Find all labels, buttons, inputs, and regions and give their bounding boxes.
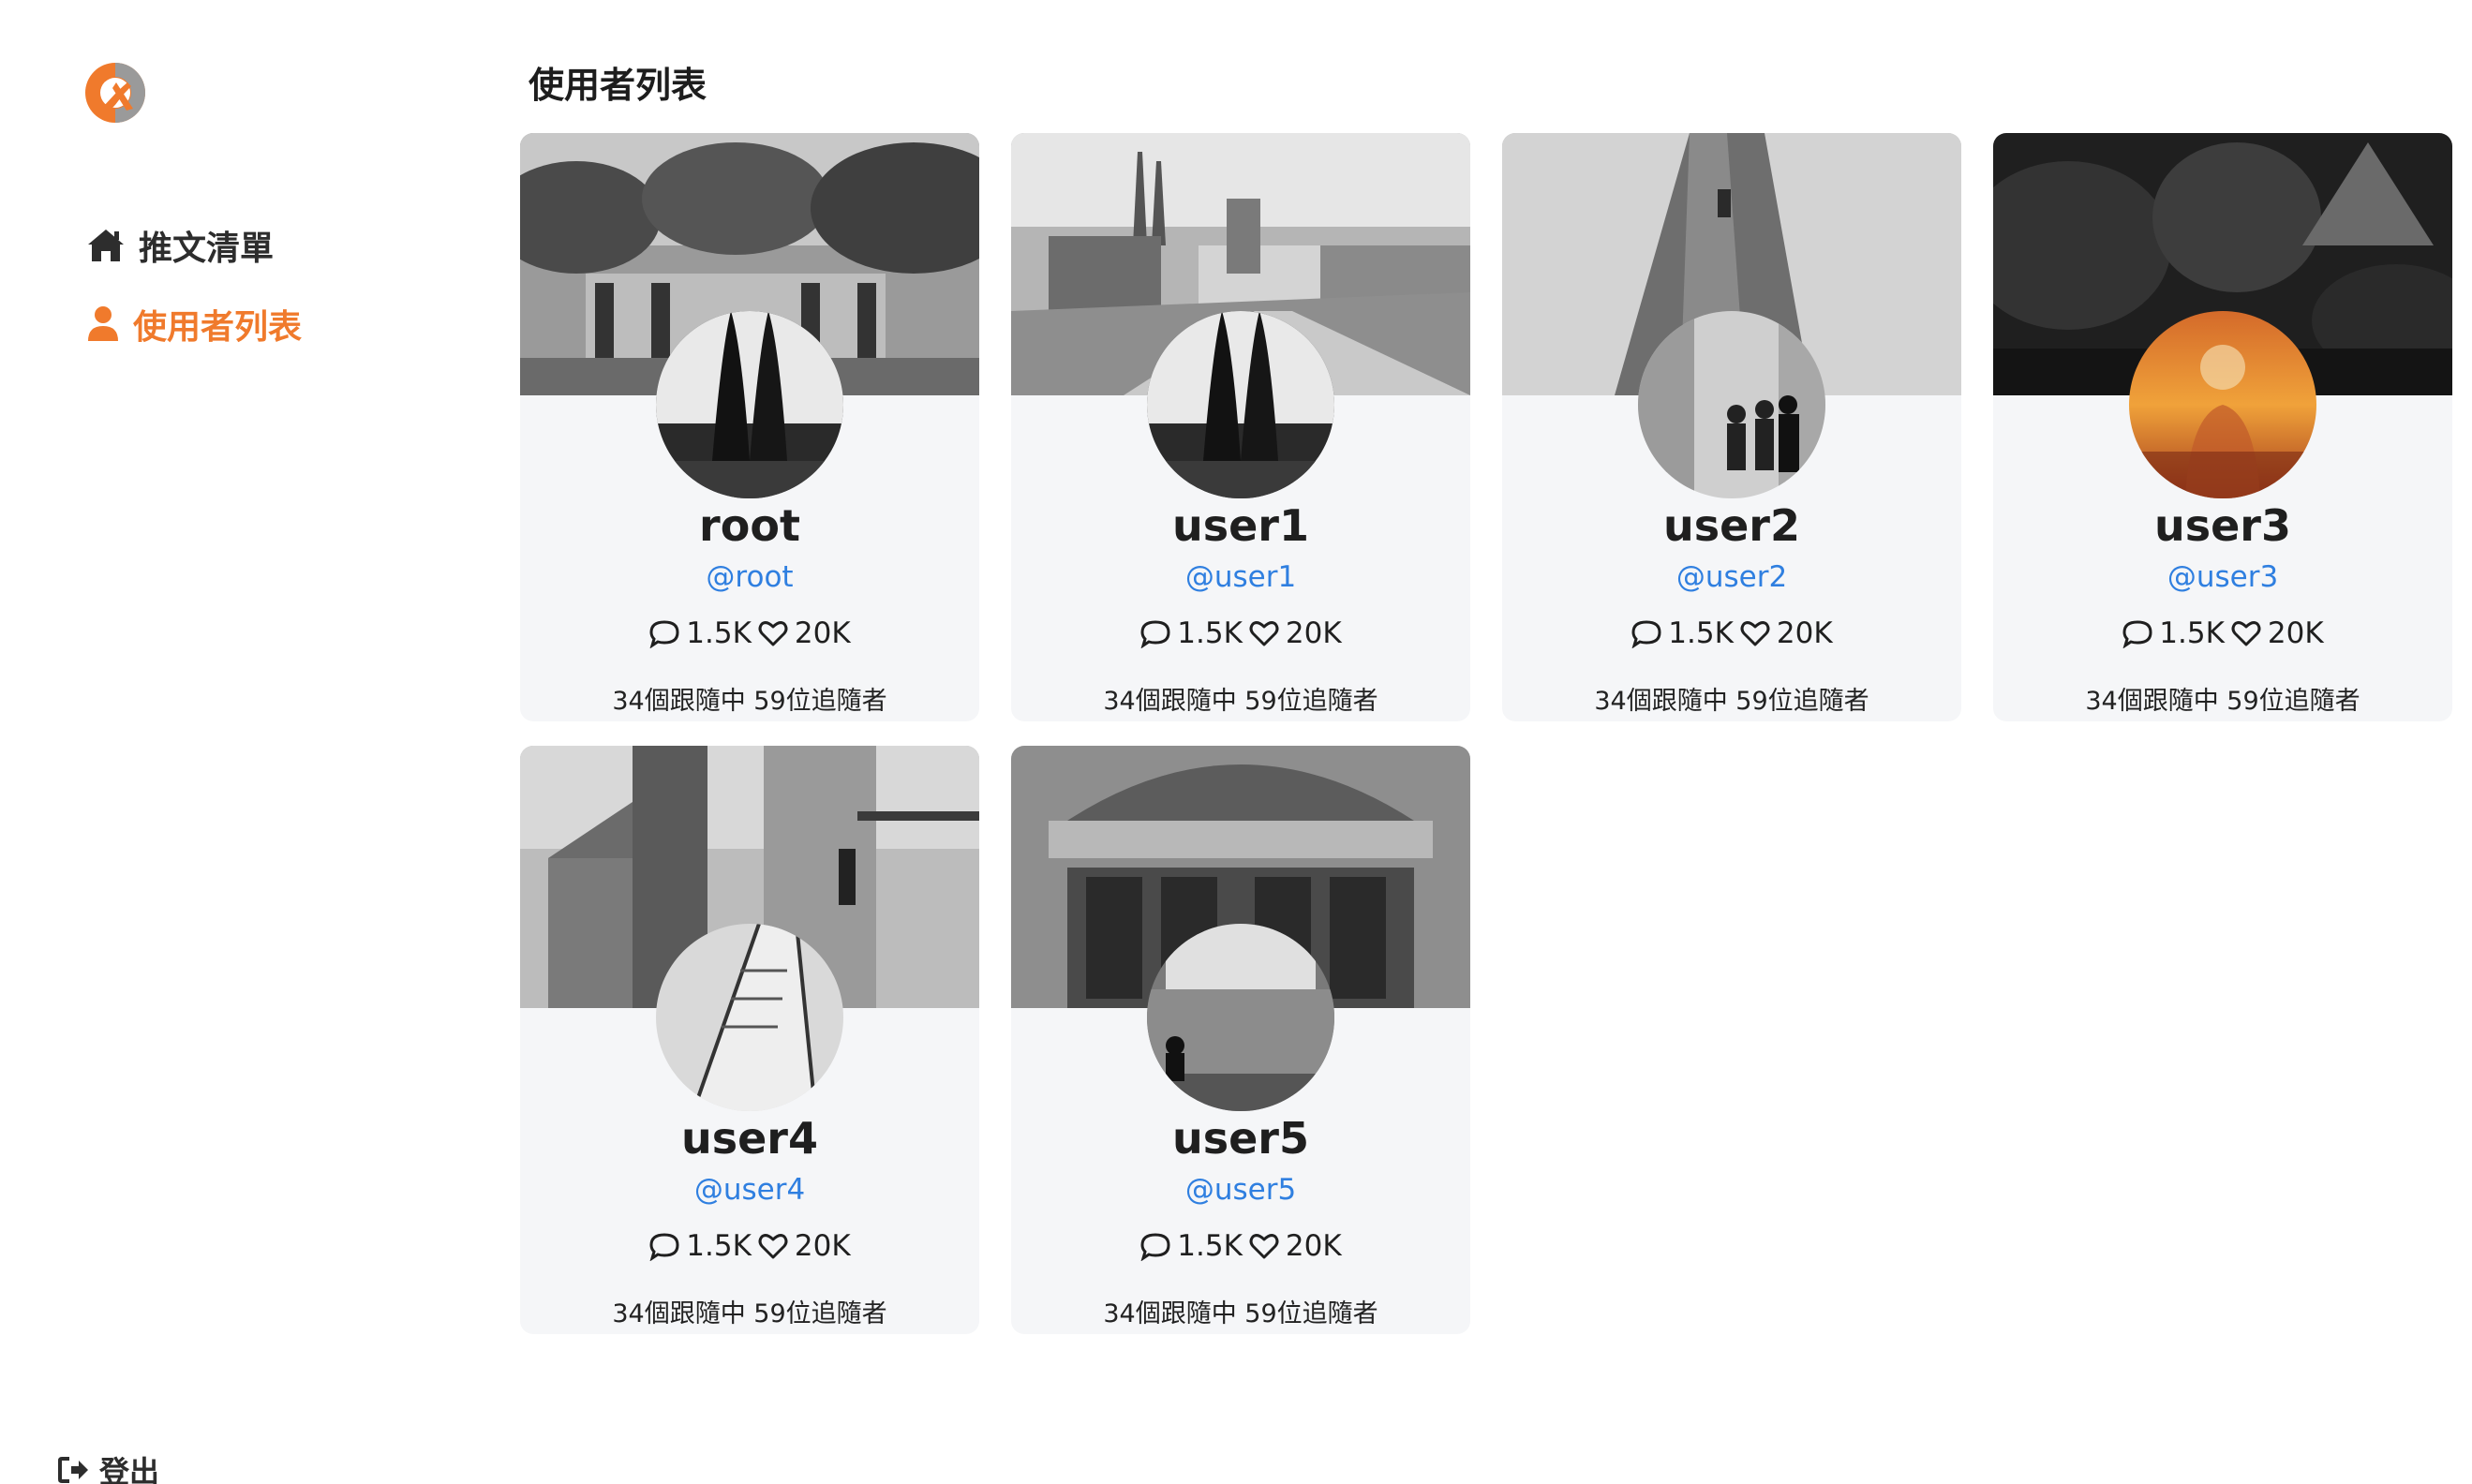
logout-icon bbox=[58, 1456, 90, 1484]
user-name: user4 bbox=[680, 1113, 819, 1164]
user-handle[interactable]: @user5 bbox=[1011, 1173, 1470, 1207]
like-count: 20K bbox=[1776, 616, 1833, 650]
reply-count: 1.5K bbox=[2159, 616, 2225, 650]
page-title: 使用者列表 bbox=[529, 65, 707, 106]
follow-stats[interactable]: 34個跟隨中 59位追隨者 bbox=[520, 1293, 979, 1329]
like-count: 20K bbox=[794, 1229, 851, 1263]
user-stats: 1.5K 20K bbox=[520, 1229, 979, 1263]
reply-count: 1.5K bbox=[1177, 616, 1243, 650]
heart-icon bbox=[1248, 618, 1280, 648]
user-stats: 1.5K 20K bbox=[520, 616, 979, 650]
sidebar-item-users[interactable]: 使用者列表 bbox=[86, 300, 302, 349]
user-card[interactable]: user3 @user3 1.5K 20K 34個跟隨中 59位追隨者 bbox=[1993, 133, 2452, 721]
user-card[interactable]: root @root 1.5K 20K 34個跟隨中 59位追隨者 bbox=[520, 133, 979, 721]
heart-icon bbox=[1248, 1231, 1280, 1261]
user-handle[interactable]: @user2 bbox=[1502, 560, 1961, 594]
comment-icon bbox=[648, 1231, 680, 1262]
user-name: user5 bbox=[1171, 1113, 1310, 1164]
user-stats: 1.5K 20K bbox=[1011, 616, 1470, 650]
user-handle[interactable]: @user3 bbox=[1993, 560, 2452, 594]
comment-icon bbox=[1139, 618, 1171, 649]
like-count: 20K bbox=[2267, 616, 2324, 650]
follow-stats[interactable]: 34個跟隨中 59位追隨者 bbox=[1011, 680, 1470, 717]
user-name: user3 bbox=[2153, 500, 2292, 551]
avatar[interactable] bbox=[656, 311, 843, 498]
user-icon bbox=[86, 305, 120, 343]
avatar[interactable] bbox=[1638, 311, 1825, 498]
user-name: user2 bbox=[1662, 500, 1801, 551]
follow-stats[interactable]: 34個跟隨中 59位追隨者 bbox=[1011, 1293, 1470, 1329]
comment-icon bbox=[648, 618, 680, 649]
user-stats: 1.5K 20K bbox=[1502, 616, 1961, 650]
user-stats: 1.5K 20K bbox=[1993, 616, 2452, 650]
like-count: 20K bbox=[1285, 616, 1342, 650]
comment-icon bbox=[2122, 618, 2153, 649]
user-card[interactable]: user4 @user4 1.5K 20K 34個跟隨中 59位追隨者 bbox=[520, 746, 979, 1334]
avatar[interactable] bbox=[656, 924, 843, 1111]
user-stats: 1.5K 20K bbox=[1011, 1229, 1470, 1263]
sidebar-item-tweets[interactable]: 推文清單 bbox=[86, 221, 274, 270]
user-handle[interactable]: @user1 bbox=[1011, 560, 1470, 594]
avatar[interactable] bbox=[2129, 311, 2316, 498]
comment-icon bbox=[1139, 1231, 1171, 1262]
reply-count: 1.5K bbox=[1668, 616, 1734, 650]
comment-icon bbox=[1631, 618, 1662, 649]
heart-icon bbox=[757, 618, 789, 648]
heart-icon bbox=[1739, 618, 1771, 648]
logo-icon[interactable] bbox=[82, 60, 148, 126]
user-handle[interactable]: @root bbox=[520, 560, 979, 594]
sidebar-item-label: 使用者列表 bbox=[133, 308, 303, 347]
reply-count: 1.5K bbox=[686, 1229, 752, 1263]
like-count: 20K bbox=[794, 616, 851, 650]
user-card[interactable]: user1 @user1 1.5K 20K 34個跟隨中 59位追隨者 bbox=[1011, 133, 1470, 721]
app-root: 推文清單 使用者列表 登出 使用者列表 root @root 1.5K 20K … bbox=[0, 0, 2472, 1484]
user-handle[interactable]: @user4 bbox=[520, 1173, 979, 1207]
like-count: 20K bbox=[1285, 1229, 1342, 1263]
user-grid: root @root 1.5K 20K 34個跟隨中 59位追隨者 user1 … bbox=[520, 133, 2452, 1334]
home-icon bbox=[86, 227, 126, 264]
user-card[interactable]: user2 @user2 1.5K 20K 34個跟隨中 59位追隨者 bbox=[1502, 133, 1961, 721]
sidebar: 推文清單 使用者列表 登出 bbox=[0, 0, 487, 1484]
heart-icon bbox=[757, 1231, 789, 1261]
follow-stats[interactable]: 34個跟隨中 59位追隨者 bbox=[1993, 680, 2452, 717]
avatar[interactable] bbox=[1147, 311, 1334, 498]
user-name: user1 bbox=[1171, 500, 1310, 551]
reply-count: 1.5K bbox=[686, 616, 752, 650]
sidebar-item-label: 推文清單 bbox=[139, 230, 275, 268]
avatar[interactable] bbox=[1147, 924, 1334, 1111]
user-name: root bbox=[699, 500, 800, 551]
reply-count: 1.5K bbox=[1177, 1229, 1243, 1263]
follow-stats[interactable]: 34個跟隨中 59位追隨者 bbox=[1502, 680, 1961, 717]
user-card[interactable]: user5 @user5 1.5K 20K 34個跟隨中 59位追隨者 bbox=[1011, 746, 1470, 1334]
follow-stats[interactable]: 34個跟隨中 59位追隨者 bbox=[520, 680, 979, 717]
logout-label: 登出 bbox=[99, 1454, 160, 1484]
heart-icon bbox=[2230, 618, 2262, 648]
logout-button[interactable]: 登出 bbox=[58, 1448, 159, 1484]
